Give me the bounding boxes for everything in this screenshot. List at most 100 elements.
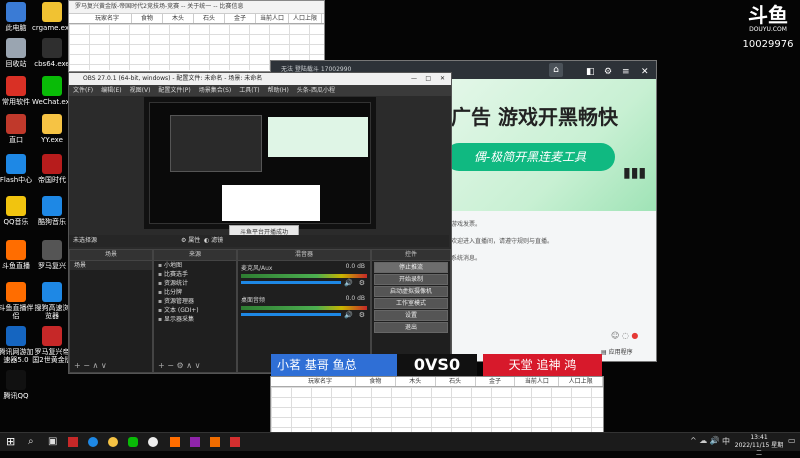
taskbar-sheet-icon[interactable]: [230, 437, 240, 447]
desktop-icon[interactable]: WeChat.exe: [32, 76, 74, 106]
obs-menu-item[interactable]: 场景集合(S): [199, 85, 232, 96]
bottom-spreadsheet-window[interactable]: 玩家名字 食物 木头 石头 金子 当前人口 人口上限: [270, 376, 604, 434]
taskbar-obs-icon[interactable]: [148, 437, 158, 447]
clock[interactable]: 13:41 2022/11/15 星期二: [732, 433, 786, 458]
ime-indicator[interactable]: 中: [722, 436, 730, 447]
column-header[interactable]: 食物: [356, 377, 396, 386]
desktop-icon[interactable]: 直口: [0, 114, 36, 144]
gear-icon[interactable]: ⚙: [359, 279, 365, 287]
column-header[interactable]: 木头: [163, 14, 194, 23]
properties-button[interactable]: ⚙ 属性: [181, 235, 200, 247]
preview-nested-desktop: [149, 102, 371, 224]
column-header[interactable]: 木头: [396, 377, 436, 386]
desktop-icon[interactable]: 腾讯网游加速器5.0: [0, 326, 36, 364]
search-icon[interactable]: ⌕: [28, 436, 34, 447]
desktop-icon[interactable]: 罗马复兴: [32, 240, 72, 270]
source-item[interactable]: ▪ 资源管理器: [154, 297, 236, 306]
desktop-icon[interactable]: cbs64.exe: [32, 38, 72, 68]
obs-menu-item[interactable]: 帮助(H): [268, 85, 289, 96]
column-header[interactable]: 人口上限: [559, 377, 603, 386]
app-icon: [6, 326, 26, 346]
source-item[interactable]: ▪ 小地图: [154, 261, 236, 270]
source-item[interactable]: ▪ 比分牌: [154, 288, 236, 297]
obs-preview[interactable]: [144, 97, 376, 229]
column-header[interactable]: 金子: [225, 14, 256, 23]
app-icon: [6, 370, 26, 390]
minimize-icon[interactable]: —: [411, 73, 417, 85]
obs-menu-item[interactable]: 配置文件(P): [158, 85, 190, 96]
source-item[interactable]: ▪ 显示器采集: [154, 315, 236, 324]
source-item[interactable]: ▪ 比赛选手: [154, 270, 236, 279]
bottom-spreadsheet-grid[interactable]: [271, 387, 603, 433]
column-header[interactable]: 当前人口: [515, 377, 560, 386]
control-button[interactable]: 工作室模式: [374, 298, 448, 309]
taskbar-douyu2-icon[interactable]: [210, 437, 220, 447]
desktop-icon[interactable]: 回收站: [0, 38, 36, 68]
control-button[interactable]: 退出: [374, 322, 448, 333]
speaker-icon[interactable]: 🔊: [344, 279, 353, 287]
filters-button[interactable]: ◐ 滤镜: [204, 235, 223, 247]
obs-title: OBS 27.0.1 (64-bit, windows) - 配置文件: 未命名…: [83, 75, 263, 82]
home-icon[interactable]: ⌂: [549, 63, 563, 77]
control-button[interactable]: 启动虚拟摄像机: [374, 286, 448, 297]
speaker-icon[interactable]: 🔊: [344, 311, 353, 319]
column-header[interactable]: 石头: [194, 14, 225, 23]
control-button[interactable]: 开始录制: [374, 274, 448, 285]
column-header[interactable]: 人口上限: [289, 14, 322, 23]
taskbar-yy-icon[interactable]: [108, 437, 118, 447]
obs-menu-item[interactable]: 视图(V): [130, 85, 151, 96]
column-header[interactable]: 金子: [476, 377, 516, 386]
mixer-panel-title: 混音器: [238, 250, 370, 261]
obs-menu-item[interactable]: 文件(F): [73, 85, 93, 96]
column-header[interactable]: 食物: [132, 14, 163, 23]
obs-menu-item[interactable]: 编辑(E): [101, 85, 121, 96]
scene-item[interactable]: 场景: [70, 261, 152, 270]
control-button[interactable]: 停止推流: [374, 262, 448, 273]
source-item[interactable]: ▪ 资源统计: [154, 279, 236, 288]
source-item[interactable]: ▪ 文本 (GDI+): [154, 306, 236, 315]
sources-toolbar[interactable]: + − ⚙ ∧ ∨: [158, 361, 200, 370]
taskbar-app-icon[interactable]: [190, 437, 200, 447]
desktop-icon[interactable]: crgame.exe: [32, 2, 73, 32]
chat-input-bar[interactable]: ☺ ◌ ●: [611, 331, 651, 341]
app-icon: [6, 114, 26, 134]
volume-slider[interactable]: [241, 313, 341, 316]
column-header[interactable]: 玩家名字: [285, 377, 356, 386]
desktop-icon[interactable]: Flash中心: [0, 154, 36, 184]
desktop-icon[interactable]: 腾讯QQ: [0, 370, 36, 400]
mixer-db-value: 0.0 dB: [345, 263, 365, 270]
column-header[interactable]: 当前人口: [256, 14, 289, 23]
desktop-icon[interactable]: 常用软件: [0, 76, 36, 106]
taskbar-wechat-icon[interactable]: [128, 437, 138, 447]
desktop-icon[interactable]: 搜狗高速浏览器: [32, 282, 72, 320]
taskbar-douyu-icon[interactable]: [170, 437, 180, 447]
tray-icons[interactable]: ^ ☁ 🔊: [690, 436, 720, 445]
obs-menu-item[interactable]: 头条-西瓜小程: [297, 85, 335, 96]
control-button[interactable]: 设置: [374, 310, 448, 321]
desktop-icon[interactable]: 帝国时代: [32, 154, 72, 184]
maximize-icon[interactable]: □: [425, 73, 431, 85]
close-icon[interactable]: ✕: [440, 73, 445, 85]
desktop-icon[interactable]: 罗马复兴帝国2世黄金版: [32, 326, 72, 364]
desktop-icon[interactable]: YY.exe: [32, 114, 72, 144]
column-header[interactable]: 玩家名字: [83, 14, 132, 23]
volume-slider[interactable]: [241, 281, 341, 284]
desktop-icon[interactable]: QQ音乐: [0, 196, 36, 226]
scenes-toolbar[interactable]: + − ∧ ∨: [74, 361, 107, 370]
taskbar-app-red-icon[interactable]: [68, 437, 78, 447]
desktop-icon[interactable]: 酷狗音乐: [32, 196, 72, 226]
start-button-icon[interactable]: ⊞: [6, 435, 15, 448]
mixer-track: 桌面音频 0.0 dB 🔊 ⚙: [241, 295, 367, 325]
ad-banner[interactable]: 广告 游戏开黑畅快 偶-极简开黑连麦工具 ▮▮▮: [445, 79, 656, 211]
source-label: 小地图: [163, 262, 182, 269]
notification-icon[interactable]: ▭: [788, 436, 796, 445]
obs-window[interactable]: OBS 27.0.1 (64-bit, windows) - 配置文件: 未命名…: [68, 72, 452, 374]
taskbar-edge-icon[interactable]: [88, 437, 98, 447]
column-header[interactable]: 石头: [436, 377, 476, 386]
gear-icon[interactable]: ⚙: [359, 311, 365, 319]
task-view-icon[interactable]: ▣: [48, 436, 57, 447]
desktop-icon[interactable]: 此电脑: [0, 2, 36, 32]
desktop-icon[interactable]: 斗鱼直播伴侣: [0, 282, 36, 320]
obs-menu-item[interactable]: 工具(T): [239, 85, 259, 96]
desktop-icon[interactable]: 斗鱼直播: [0, 240, 36, 270]
